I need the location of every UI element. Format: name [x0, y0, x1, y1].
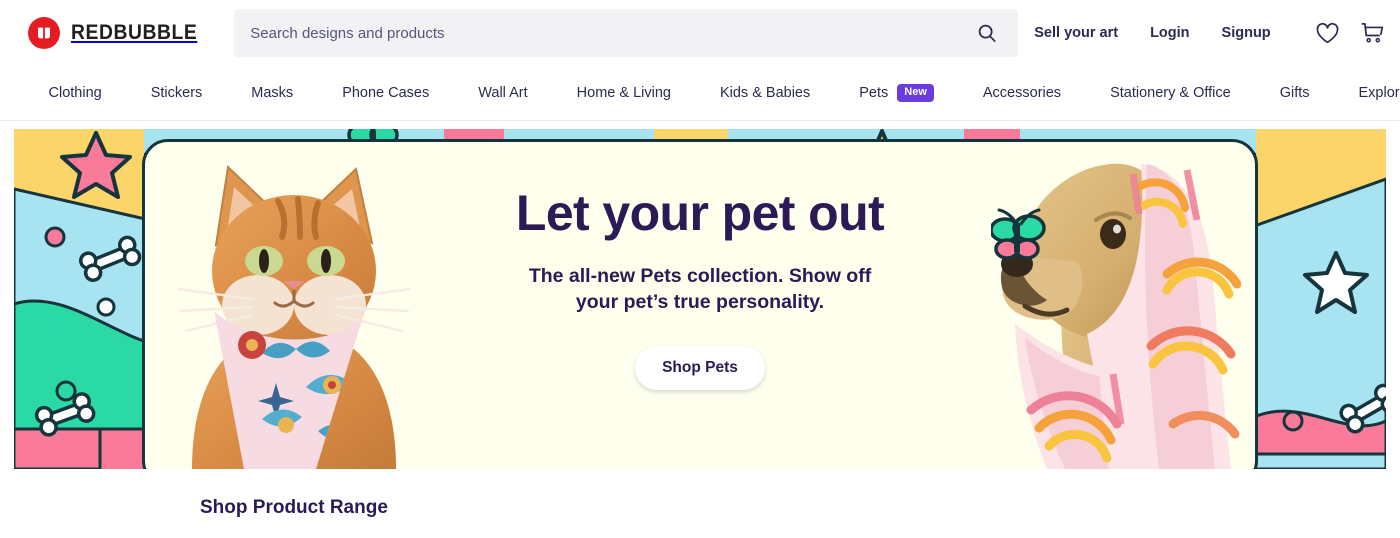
nav-label: Kids & Babies	[719, 85, 811, 101]
search-input[interactable]	[250, 24, 975, 42]
hero-banner: Let your pet out The all-new Pets collec…	[14, 129, 1386, 469]
nav-item-explore-designs[interactable]: Explore designs	[1334, 85, 1400, 101]
hero-dog-image	[991, 129, 1241, 469]
site-header: REDBUBBLE Sell your art Login Signup	[0, 0, 1400, 66]
category-nav: Clothing Stickers Masks Phone Cases Wall…	[0, 66, 1400, 121]
redbubble-logo-icon	[28, 17, 60, 49]
nav-item-accessories[interactable]: Accessories	[958, 85, 1085, 101]
hero-cta-row: Shop Pets	[14, 345, 1386, 390]
cart-icon[interactable]	[1350, 21, 1395, 45]
brand-logo-link[interactable]: REDBUBBLE	[28, 17, 208, 49]
nav-item-pets[interactable]: Pets New	[835, 84, 959, 102]
heart-icon[interactable]	[1305, 22, 1350, 45]
search-icon[interactable]	[974, 20, 1000, 46]
nav-label: Stickers	[150, 85, 203, 101]
nav-label: Pets	[859, 85, 889, 101]
new-badge: New	[897, 84, 934, 102]
nav-item-masks[interactable]: Masks	[227, 85, 318, 101]
nav-label: Wall Art	[478, 85, 528, 101]
nav-item-clothing[interactable]: Clothing	[24, 85, 126, 101]
sell-your-art-link[interactable]: Sell your art	[1018, 25, 1134, 41]
header-actions: Sell your art Login Signup	[1018, 21, 1394, 45]
nav-label: Explore designs	[1358, 85, 1400, 101]
nav-label: Stationery & Office	[1110, 85, 1231, 101]
nav-item-stationery-and-office[interactable]: Stationery & Office	[1086, 85, 1256, 101]
nav-label: Accessories	[982, 85, 1062, 101]
nav-label: Phone Cases	[342, 85, 430, 101]
nav-item-phone-cases[interactable]: Phone Cases	[318, 85, 454, 101]
nav-label: Clothing	[48, 85, 102, 101]
brand-wordmark: REDBUBBLE	[71, 21, 198, 44]
search-bar[interactable]	[234, 9, 1019, 57]
nav-item-home-and-living[interactable]: Home & Living	[552, 85, 695, 101]
signup-link[interactable]: Signup	[1206, 25, 1287, 41]
nav-label: Gifts	[1279, 85, 1310, 101]
login-link[interactable]: Login	[1134, 25, 1205, 41]
nav-item-gifts[interactable]: Gifts	[1255, 85, 1334, 101]
shop-product-range-heading: Shop Product Range	[200, 497, 388, 518]
nav-label: Masks	[251, 85, 294, 101]
shop-pets-button[interactable]: Shop Pets	[635, 345, 765, 390]
nav-item-stickers[interactable]: Stickers	[126, 85, 227, 101]
nav-item-wall-art[interactable]: Wall Art	[454, 85, 552, 101]
nav-label: Home & Living	[576, 85, 671, 101]
hero-cat-image	[166, 139, 421, 469]
nav-item-kids-and-babies[interactable]: Kids & Babies	[695, 85, 834, 101]
